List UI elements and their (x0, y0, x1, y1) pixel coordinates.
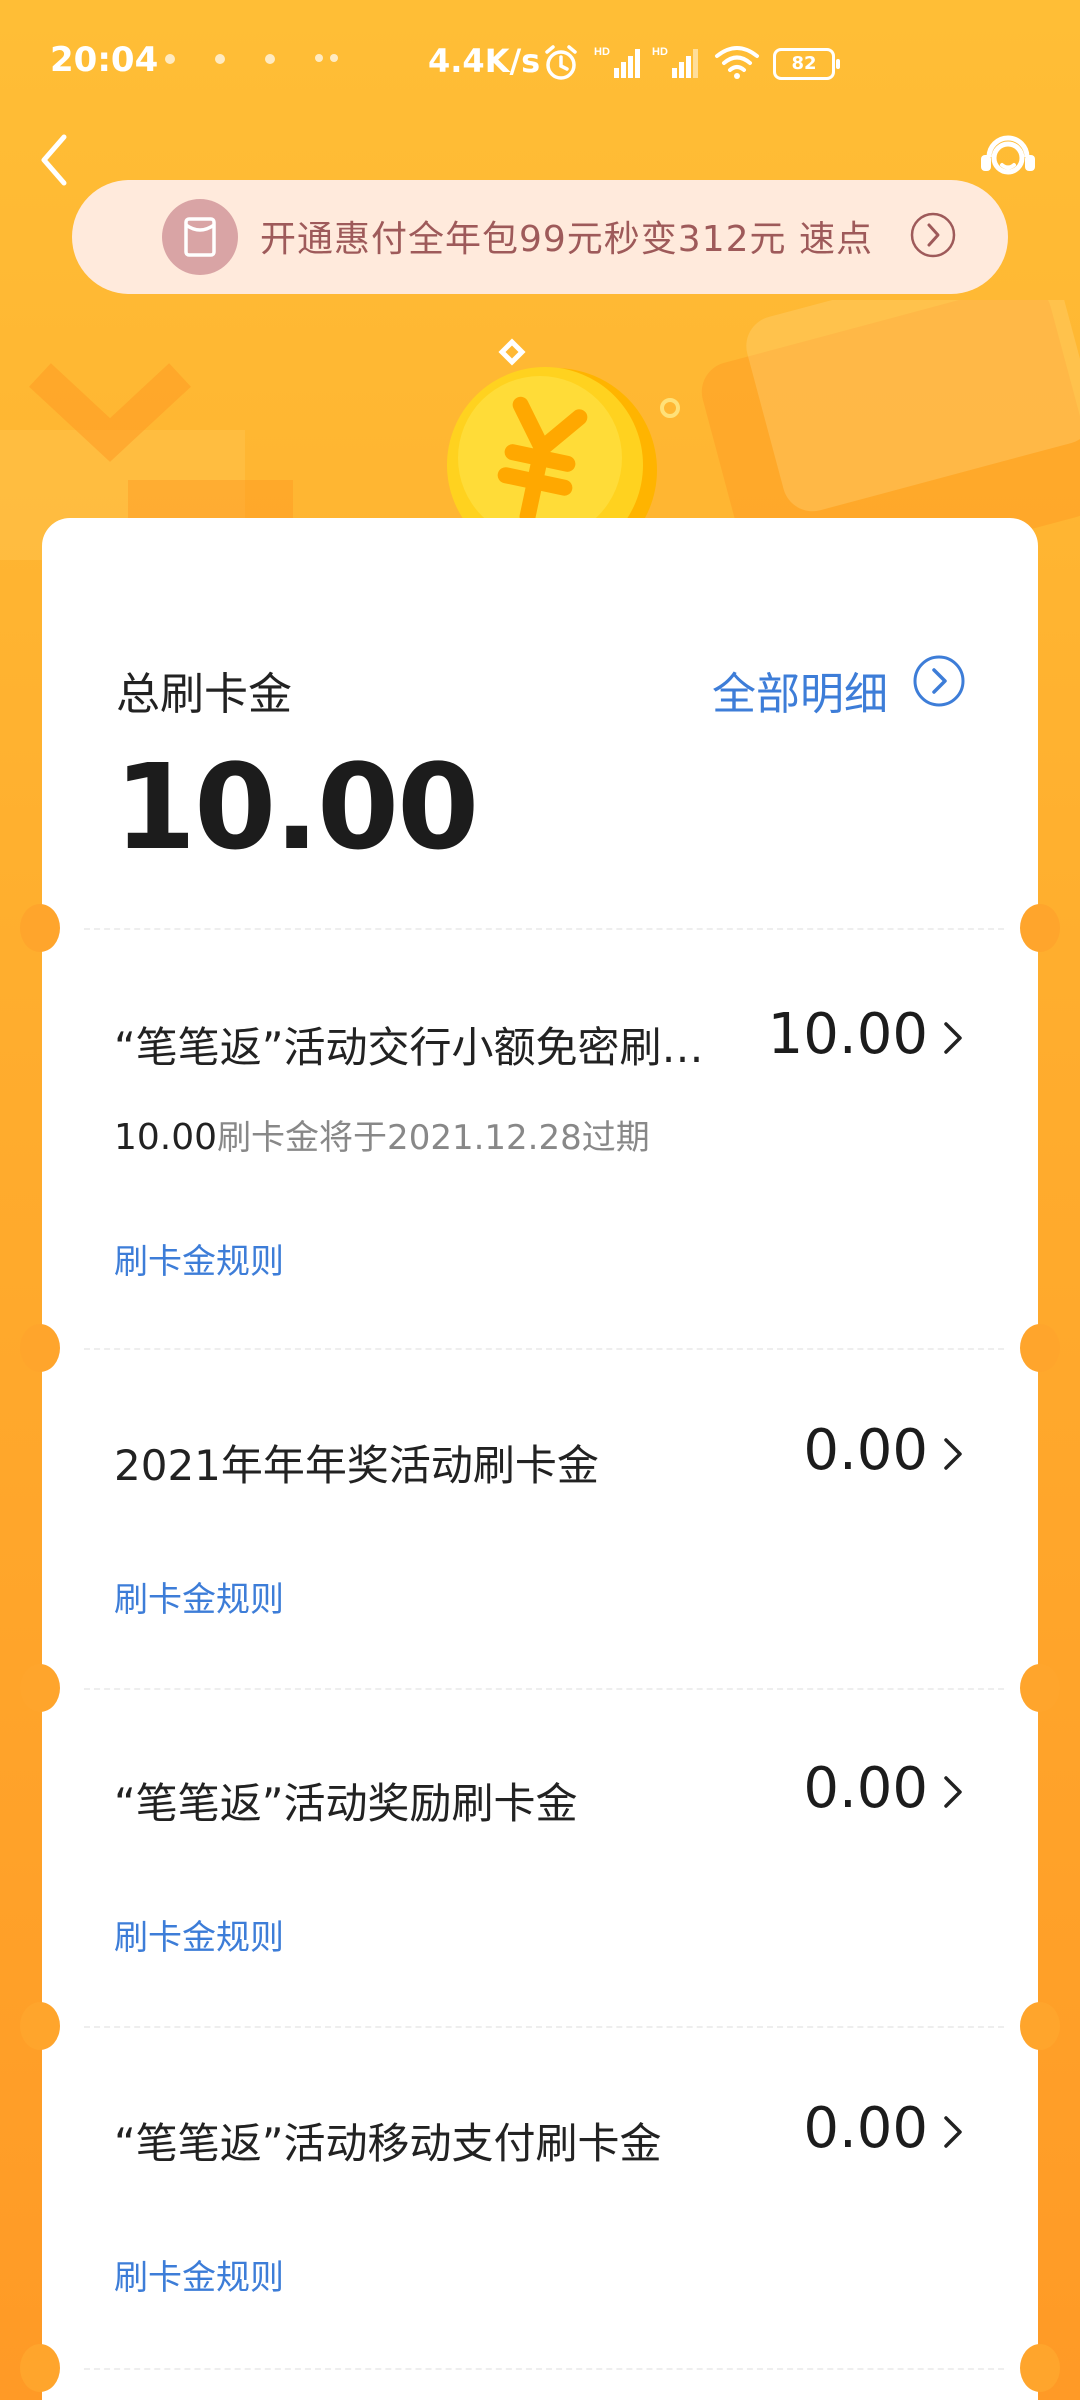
divider (84, 2026, 1004, 2028)
signal-icon: HD (652, 46, 698, 78)
chevron-right-icon (944, 1776, 962, 1808)
chevron-left-icon (41, 134, 67, 186)
divider (84, 2368, 1004, 2370)
card-notch (20, 1324, 60, 1372)
rules-link[interactable]: 刷卡金规则 (114, 1234, 284, 1283)
customer-service-button[interactable] (975, 125, 1041, 191)
svg-text:HD: HD (652, 46, 668, 58)
rules-link[interactable]: 刷卡金规则 (114, 2250, 284, 2299)
divider (84, 928, 1004, 930)
card-notch (1020, 2002, 1060, 2050)
divider (84, 1348, 1004, 1350)
card-notch (20, 2002, 60, 2050)
card-notch (20, 1664, 60, 1712)
chevron-right-circle-icon (913, 655, 965, 707)
notification-dot-icon (215, 54, 225, 64)
card-notch (1020, 1664, 1060, 1712)
total-amount: 10.00 (114, 738, 479, 876)
card-notch (1020, 904, 1060, 952)
item-title: “笔笔返”活动移动支付刷卡金 (114, 2119, 662, 2168)
svg-text:HD: HD (594, 46, 610, 58)
promo-banner[interactable]: 开通惠付全年包99元秒变312元 速点 (72, 180, 1008, 294)
more-dots-icon (315, 54, 323, 62)
alarm-icon (545, 45, 577, 80)
item-amount: 0.00 (803, 1756, 928, 1821)
rules-link[interactable]: 刷卡金规则 (114, 1910, 284, 1959)
red-envelope-icon (162, 199, 238, 275)
notification-dot-icon (165, 54, 175, 64)
chevron-right-circle-icon (910, 212, 956, 258)
network-speed: 4.4K/s (428, 42, 541, 80)
battery-icon: 82 (773, 48, 840, 80)
promo-text: 开通惠付全年包99元秒变312元 速点 (260, 219, 873, 260)
item-amount: 0.00 (803, 2096, 928, 2161)
item-title: 2021年年年奖活动刷卡金 (114, 1441, 599, 1490)
customer-service-icon (981, 135, 1035, 175)
status-bar: 20:04 4.4K/s HD HD 82 (0, 0, 1080, 130)
credit-card-bonus-card: 总刷卡金 全部明细 10.00 “笔笔返”活动交行小额免密刷… 10.00 10… (20, 518, 1060, 2400)
chevron-right-icon (944, 1022, 962, 1054)
expiry-amount: 10.00 (114, 1117, 218, 1158)
card-notch (20, 2344, 60, 2392)
chevron-right-icon (944, 1438, 962, 1470)
rules-link[interactable]: 刷卡金规则 (114, 1572, 284, 1621)
item-amount: 0.00 (803, 1418, 928, 1483)
item-title: “笔笔返”活动奖励刷卡金 (114, 1779, 578, 1828)
divider (84, 1688, 1004, 1690)
item-title: “笔笔返”活动交行小额免密刷… (114, 1023, 704, 1072)
back-button[interactable] (30, 125, 80, 195)
card-notch (1020, 2344, 1060, 2392)
status-time: 20:04 (50, 40, 159, 80)
expiry-note: 10.00刷卡金将于2021.12.28过期 (114, 1110, 650, 1159)
card-notch (20, 904, 60, 952)
wifi-icon (715, 46, 759, 79)
total-label: 总刷卡金 (116, 669, 292, 720)
more-dots-icon (330, 54, 338, 62)
item-amount: 10.00 (767, 1002, 928, 1067)
signal-icon: HD (594, 46, 640, 78)
all-details-label: 全部明细 (712, 669, 888, 720)
expiry-text: 刷卡金将于2021.12.28过期 (217, 1118, 650, 1158)
card-notch (1020, 1324, 1060, 1372)
chevron-right-icon (944, 2116, 962, 2148)
notification-dot-icon (265, 54, 275, 64)
